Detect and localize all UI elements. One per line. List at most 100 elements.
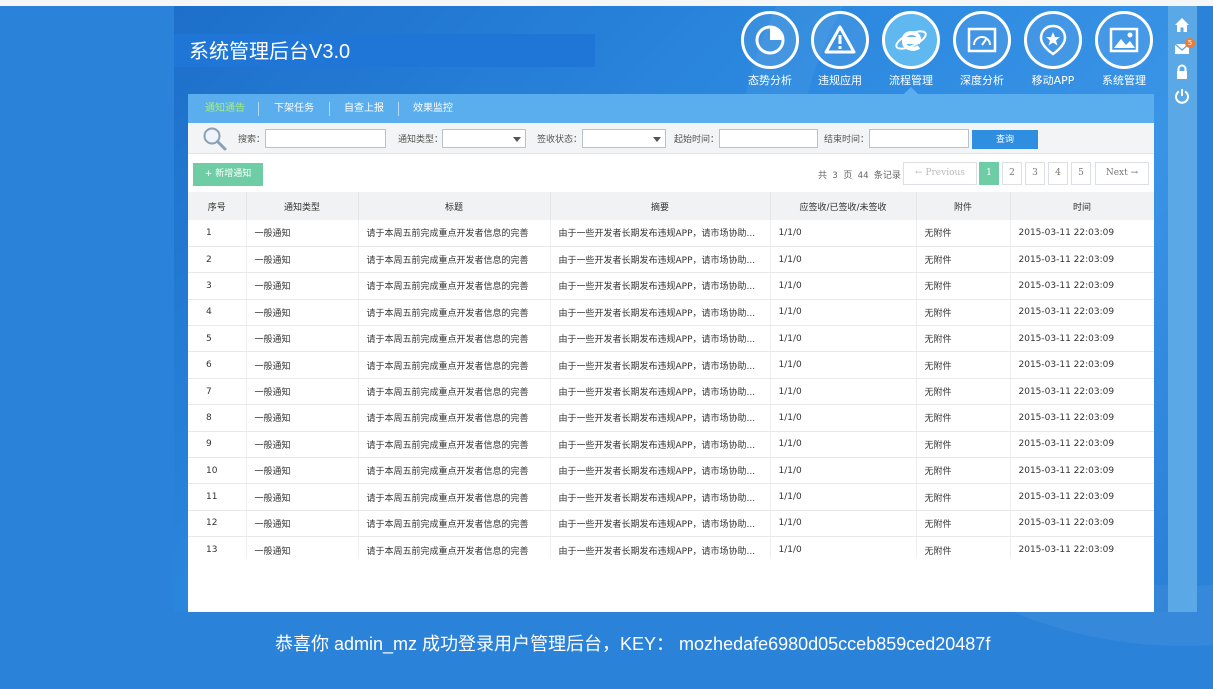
cell-title[interactable]: 请于本周五前完成重点开发者信息的完善: [358, 325, 551, 353]
cell-attachment: 无附件: [916, 246, 1011, 274]
column-header[interactable]: 序号: [188, 192, 247, 220]
home-icon[interactable]: [1174, 17, 1190, 33]
cell-attachment: 无附件: [916, 325, 1011, 353]
table-row[interactable]: 2 一般通知 请于本周五前完成重点开发者信息的完善 由于一些开发者长期发布违规APP，…: [188, 246, 1154, 274]
cell-type: 一般通知: [246, 272, 359, 300]
page-5[interactable]: 5: [1071, 162, 1091, 185]
column-header[interactable]: 应签收/已签收/未签收: [770, 192, 917, 220]
cell-time: 2015-03-11 22:03:09: [1010, 272, 1154, 300]
notice-type-select[interactable]: [442, 129, 526, 148]
table-row[interactable]: 6 一般通知 请于本周五前完成重点开发者信息的完善 由于一些开发者长期发布违规APP，…: [188, 351, 1154, 379]
add-notice-button[interactable]: + 新增通知: [193, 163, 263, 186]
pagination-next[interactable]: Next →: [1095, 162, 1149, 185]
star-badge-icon: [1024, 11, 1082, 69]
cell-sign-counts: 1/1/0: [770, 272, 917, 300]
cell-index: 4: [188, 299, 247, 327]
column-header[interactable]: 标题: [358, 192, 551, 220]
table-row[interactable]: 8 一般通知 请于本周五前完成重点开发者信息的完善 由于一些开发者长期发布违规APP，…: [188, 404, 1154, 432]
cell-attachment: 无附件: [916, 404, 1011, 432]
cell-title[interactable]: 请于本周五前完成重点开发者信息的完善: [358, 536, 551, 558]
power-icon[interactable]: [1174, 88, 1190, 104]
record-count: 共 3 页 44 条记录: [818, 171, 901, 181]
cell-attachment: 无附件: [916, 299, 1011, 327]
login-success-message: 恭喜你 admin_mz 成功登录用户管理后台，KEY： mozhedafe69…: [275, 634, 991, 654]
end-time-label: 结束时间：: [824, 135, 870, 145]
cell-sign-counts: 1/1/0: [770, 325, 917, 353]
tab-effect-monitor[interactable]: 效果监控: [399, 94, 467, 123]
table-row[interactable]: 5 一般通知 请于本周五前完成重点开发者信息的完善 由于一些开发者长期发布违规APP，…: [188, 325, 1154, 353]
page-3[interactable]: 3: [1025, 162, 1045, 185]
nav-item-deep-analysis[interactable]: 深度分析: [951, 11, 1013, 93]
cell-title[interactable]: 请于本周五前完成重点开发者信息的完善: [358, 404, 551, 432]
cell-title[interactable]: 请于本周五前完成重点开发者信息的完善: [358, 272, 551, 300]
cell-title[interactable]: 请于本周五前完成重点开发者信息的完善: [358, 431, 551, 459]
cell-summary: 由于一些开发者长期发布违规APP，请市场协助...: [550, 378, 771, 406]
filter-bar: 搜索： 通知类型： 签收状态： 起始时间： 结束时间： 查询: [188, 123, 1154, 154]
cell-type: 一般通知: [246, 483, 359, 511]
nav-item-system[interactable]: 系统管理: [1093, 11, 1155, 93]
start-time-input[interactable]: [719, 129, 818, 148]
cell-summary: 由于一些开发者长期发布违规APP，请市场协助...: [550, 325, 771, 353]
nav-item-violation[interactable]: 违规应用: [809, 11, 871, 93]
cell-type: 一般通知: [246, 378, 359, 406]
column-header[interactable]: 通知类型: [246, 192, 359, 220]
cell-summary: 由于一些开发者长期发布违规APP，请市场协助...: [550, 536, 771, 558]
table-row[interactable]: 12 一般通知 请于本周五前完成重点开发者信息的完善 由于一些开发者长期发布违规APP…: [188, 510, 1154, 538]
search-input[interactable]: [265, 129, 386, 148]
cell-index: 5: [188, 325, 247, 353]
cell-title[interactable]: 请于本周五前完成重点开发者信息的完善: [358, 457, 551, 485]
cell-time: 2015-03-11 22:03:09: [1010, 510, 1154, 538]
nav-item-situation[interactable]: 态势分析: [739, 11, 801, 93]
table-row[interactable]: 4 一般通知 请于本周五前完成重点开发者信息的完善 由于一些开发者长期发布违规APP，…: [188, 299, 1154, 327]
cell-title[interactable]: 请于本周五前完成重点开发者信息的完善: [358, 483, 551, 511]
nav-item-mobile-app[interactable]: 移动APP: [1022, 11, 1084, 93]
page-4[interactable]: 4: [1048, 162, 1068, 185]
mail-count-badge: 5: [1185, 38, 1195, 48]
table-row[interactable]: 3 一般通知 请于本周五前完成重点开发者信息的完善 由于一些开发者长期发布违规APP，…: [188, 272, 1154, 300]
cell-index: 1: [188, 220, 247, 247]
nav-item-process[interactable]: 流程管理: [880, 11, 942, 93]
tab-notices[interactable]: 通知通告: [192, 94, 258, 123]
cell-title[interactable]: 请于本周五前完成重点开发者信息的完善: [358, 351, 551, 379]
page-2[interactable]: 2: [1002, 162, 1022, 185]
cell-title[interactable]: 请于本周五前完成重点开发者信息的完善: [358, 246, 551, 274]
lock-icon[interactable]: [1174, 64, 1190, 80]
query-button[interactable]: 查询: [972, 130, 1038, 149]
cell-title[interactable]: 请于本周五前完成重点开发者信息的完善: [358, 510, 551, 538]
cell-sign-counts: 1/1/0: [770, 299, 917, 327]
nav-label: 违规应用: [818, 74, 862, 87]
cell-title[interactable]: 请于本周五前完成重点开发者信息的完善: [358, 378, 551, 406]
column-header[interactable]: 附件: [916, 192, 1011, 220]
cell-sign-counts: 1/1/0: [770, 457, 917, 485]
table-row[interactable]: 13 一般通知 请于本周五前完成重点开发者信息的完善 由于一些开发者长期发布违规APP…: [188, 536, 1154, 558]
table-row[interactable]: 1 一般通知 请于本周五前完成重点开发者信息的完善 由于一些开发者长期发布违规APP，…: [188, 220, 1154, 247]
end-time-input[interactable]: [869, 129, 969, 148]
cell-summary: 由于一些开发者长期发布违规APP，请市场协助...: [550, 299, 771, 327]
active-nav-indicator: [904, 87, 918, 94]
cell-index: 13: [188, 536, 247, 558]
sign-status-select[interactable]: [582, 129, 666, 148]
tab-delist-tasks[interactable]: 下架任务: [259, 94, 329, 123]
cell-type: 一般通知: [246, 510, 359, 538]
cell-time: 2015-03-11 22:03:09: [1010, 378, 1154, 406]
column-header[interactable]: 时间: [1010, 192, 1154, 220]
cell-attachment: 无附件: [916, 220, 1011, 247]
main-panel: 通知通告 下架任务 自查上报 效果监控 搜索： 通知类型： 签收状态： 起始时间…: [188, 94, 1154, 612]
gauge-icon: [953, 11, 1011, 69]
tab-self-report[interactable]: 自查上报: [330, 94, 398, 123]
nav-label: 系统管理: [1102, 74, 1146, 87]
page-1[interactable]: 1: [979, 162, 999, 185]
cell-time: 2015-03-11 22:03:09: [1010, 325, 1154, 353]
cell-title[interactable]: 请于本周五前完成重点开发者信息的完善: [358, 299, 551, 327]
chevron-down-icon: [513, 137, 521, 142]
table-row[interactable]: 9 一般通知 请于本周五前完成重点开发者信息的完善 由于一些开发者长期发布违规APP，…: [188, 431, 1154, 459]
table-row[interactable]: 10 一般通知 请于本周五前完成重点开发者信息的完善 由于一些开发者长期发布违规APP…: [188, 457, 1154, 485]
cell-summary: 由于一些开发者长期发布违规APP，请市场协助...: [550, 483, 771, 511]
column-header[interactable]: 摘要: [550, 192, 771, 220]
cell-summary: 由于一些开发者长期发布违规APP，请市场协助...: [550, 457, 771, 485]
cell-title[interactable]: 请于本周五前完成重点开发者信息的完善: [358, 220, 551, 247]
table-row[interactable]: 11 一般通知 请于本周五前完成重点开发者信息的完善 由于一些开发者长期发布违规APP…: [188, 483, 1154, 511]
table-row[interactable]: 7 一般通知 请于本周五前完成重点开发者信息的完善 由于一些开发者长期发布违规APP，…: [188, 378, 1154, 406]
cell-attachment: 无附件: [916, 431, 1011, 459]
pagination-previous[interactable]: ← Previous: [903, 162, 977, 185]
